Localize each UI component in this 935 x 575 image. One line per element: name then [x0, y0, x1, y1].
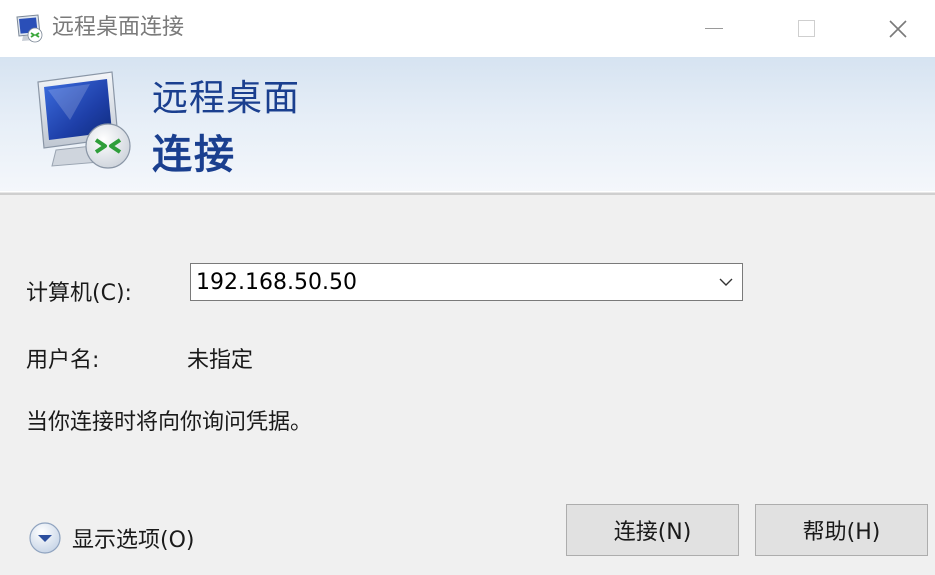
remote-desktop-icon [37, 71, 131, 169]
computer-label: 计算机(C): [26, 281, 132, 306]
minimize-icon [705, 27, 723, 30]
banner-title: 远程桌面 [152, 78, 301, 119]
close-icon [889, 19, 907, 38]
title-bar[interactable]: 远程桌面连接 [0, 0, 935, 57]
minimize-button[interactable] [668, 0, 760, 57]
chevron-down-icon[interactable] [718, 275, 734, 289]
computer-input[interactable] [191, 264, 706, 300]
remote-desktop-window: 远程桌面连接 远程桌面 连接 计算机(C): 192.168.50.50 用户名… [0, 0, 935, 575]
show-options-toggle[interactable]: 显示选项(O) [28, 520, 194, 556]
username-label: 用户名: [26, 348, 100, 373]
window-title: 远程桌面连接 [52, 15, 185, 40]
username-value: 未指定 [187, 348, 254, 373]
banner-divider [0, 191, 935, 195]
connect-button[interactable]: 连接(N) [566, 504, 739, 556]
maximize-icon [797, 20, 815, 37]
credential-note: 当你连接时将向你询问凭据。 [26, 410, 313, 435]
remote-desktop-icon [16, 14, 43, 43]
banner-subtitle: 连接 [152, 132, 236, 178]
show-options-label[interactable]: 显示选项(O) [72, 522, 194, 554]
maximize-button[interactable] [760, 0, 852, 57]
close-button[interactable] [852, 0, 935, 57]
help-button[interactable]: 帮助(H) [755, 504, 928, 556]
expand-circle-icon[interactable] [28, 521, 62, 555]
computer-combobox[interactable] [190, 263, 743, 301]
